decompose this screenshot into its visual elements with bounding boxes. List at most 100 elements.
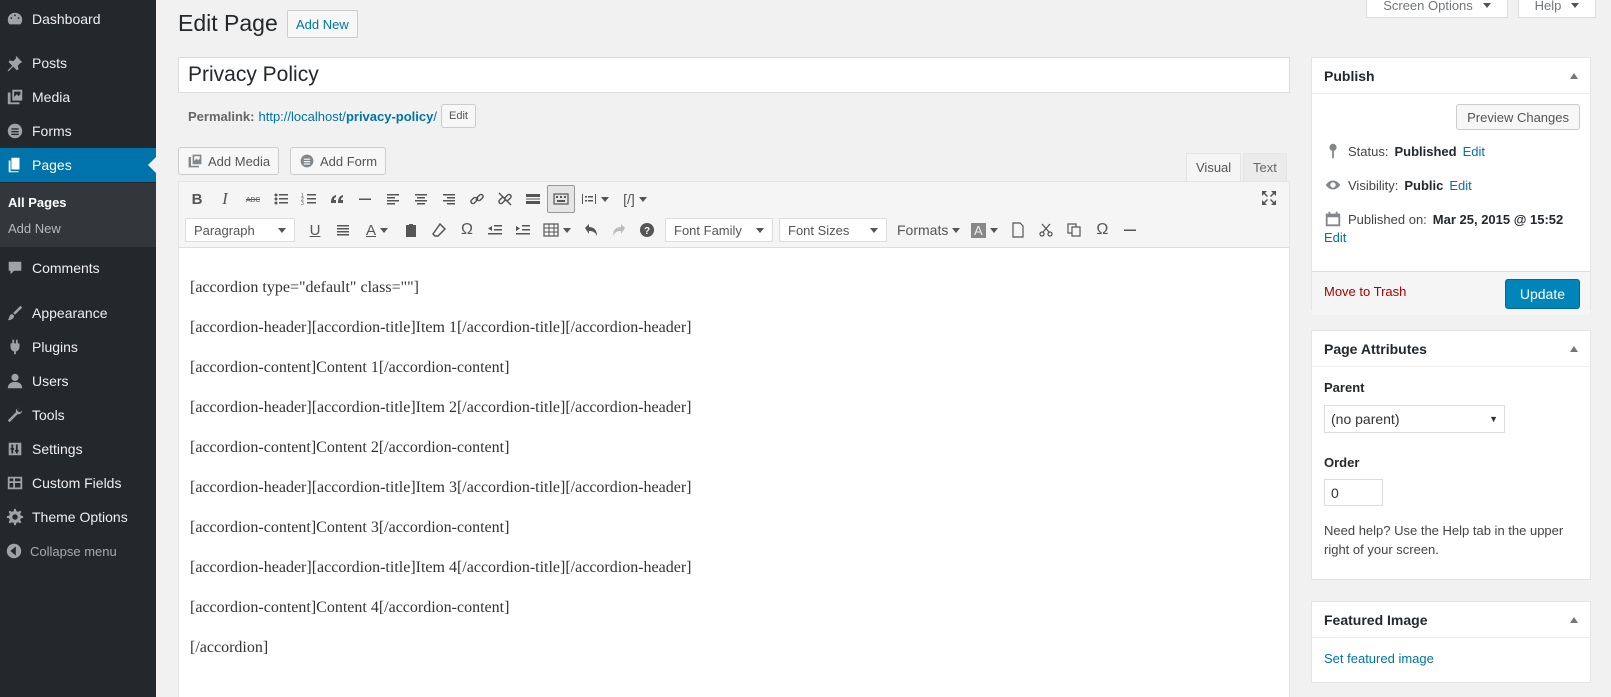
svg-text:?: ? [644, 226, 650, 237]
toolbar-toggle-button[interactable] [547, 185, 575, 213]
indent-button[interactable] [509, 216, 537, 244]
paste-text-button[interactable] [397, 216, 425, 244]
menu-appearance[interactable]: Appearance [0, 296, 156, 330]
move-to-trash-link[interactable]: Move to Trash [1324, 284, 1406, 299]
menu-forms[interactable]: Forms [0, 114, 156, 148]
collapse-menu-button[interactable]: Collapse menu [5, 542, 117, 560]
table-icon [543, 223, 559, 237]
copy-button[interactable] [1060, 216, 1088, 244]
content-paragraph: [accordion-header][accordion-title]Item … [190, 319, 692, 336]
menu-label: Custom Fields [32, 475, 122, 491]
menu-plugins[interactable]: Plugins [0, 330, 156, 364]
menu-theme-options[interactable]: Theme Options [0, 500, 156, 534]
chevron-down-icon [756, 227, 764, 233]
document-icon [1012, 222, 1024, 238]
publish-header[interactable]: Publish [1312, 58, 1590, 94]
add-new-button[interactable]: Add New [287, 10, 358, 38]
font-sizes-select[interactable]: Font Sizes [779, 218, 887, 242]
preview-changes-button[interactable]: Preview Changes [1456, 104, 1580, 130]
media-icon [188, 154, 202, 168]
collapse-arrow-icon[interactable] [1570, 72, 1578, 79]
submenu-all-pages[interactable]: All Pages [8, 195, 67, 210]
chevron-down-icon [278, 227, 286, 233]
parent-select[interactable]: (no parent) ▼ [1324, 405, 1505, 433]
order-input[interactable] [1324, 479, 1383, 506]
insert-link-button[interactable] [463, 185, 491, 213]
redo-button[interactable] [605, 216, 633, 244]
visibility-edit-link[interactable]: Edit [1449, 178, 1471, 193]
eye-icon [1325, 180, 1341, 190]
special-character-button[interactable]: Ω [453, 216, 481, 244]
table-icon [5, 473, 25, 493]
status-label: Status: [1348, 143, 1389, 159]
special-character-button-2[interactable]: Ω [1088, 216, 1116, 244]
fullscreen-button[interactable] [1255, 184, 1283, 212]
list-shortcode-button[interactable] [575, 185, 615, 213]
content-paragraph: [accordion-content]Content 4[/accordion-… [190, 599, 510, 616]
bulleted-list-button[interactable] [267, 185, 295, 213]
underline-button[interactable]: U [301, 216, 329, 244]
italic-button[interactable]: I [211, 185, 239, 213]
background-color-button[interactable]: A [964, 216, 1004, 244]
menu-comments[interactable]: Comments [0, 251, 156, 285]
menu-settings[interactable]: Settings [0, 432, 156, 466]
menu-label: Dashboard [32, 11, 101, 27]
collapse-arrow-icon[interactable] [1570, 616, 1578, 623]
publish-title: Publish [1324, 67, 1375, 84]
numbered-list-button[interactable]: 123 [295, 185, 323, 213]
table-button[interactable] [537, 216, 577, 244]
align-right-button[interactable] [435, 185, 463, 213]
update-button[interactable]: Update [1504, 279, 1580, 309]
add-form-button[interactable]: Add Form [290, 147, 387, 175]
tab-text[interactable]: Text [1243, 153, 1287, 181]
strikethrough-button[interactable]: ABC [239, 185, 267, 213]
permalink-link[interactable]: http://localhost/privacy-policy/ [258, 109, 437, 124]
format-select[interactable]: Paragraph [185, 218, 295, 242]
permalink-edit-button[interactable]: Edit [441, 104, 476, 128]
remove-link-button[interactable] [491, 185, 519, 213]
menu-pages[interactable]: Pages [0, 148, 156, 182]
font-family-select[interactable]: Font Family [665, 218, 773, 242]
featured-image-header[interactable]: Featured Image [1312, 602, 1590, 638]
horizontal-line-button-2[interactable] [1116, 216, 1144, 244]
editor-content[interactable]: [accordion type="default" class=""] [acc… [190, 277, 1279, 677]
post-title-input[interactable] [178, 57, 1290, 93]
shortcode-button[interactable]: [/] [615, 185, 655, 213]
published-edit-link[interactable]: Edit [1324, 230, 1346, 245]
menu-dashboard[interactable]: Dashboard [0, 2, 156, 36]
bold-button[interactable]: B [183, 185, 211, 213]
clear-formatting-button[interactable] [425, 216, 453, 244]
collapse-arrow-icon[interactable] [1570, 345, 1578, 352]
help-button[interactable]: Help [1518, 0, 1596, 18]
align-center-button[interactable] [407, 185, 435, 213]
menu-media[interactable]: Media [0, 80, 156, 114]
set-featured-image-link[interactable]: Set featured image [1324, 651, 1434, 666]
menu-custom-fields[interactable]: Custom Fields [0, 466, 156, 500]
add-media-button[interactable]: Add Media [178, 147, 280, 175]
text-color-button[interactable]: A [357, 216, 397, 244]
menu-posts[interactable]: Posts [0, 46, 156, 80]
parent-label: Parent [1324, 380, 1365, 395]
collapse-icon [6, 543, 22, 559]
cut-button[interactable] [1032, 216, 1060, 244]
read-more-button[interactable] [519, 185, 547, 213]
undo-button[interactable] [577, 216, 605, 244]
blockquote-button[interactable] [323, 185, 351, 213]
keyboard-shortcuts-button[interactable]: ? [633, 216, 661, 244]
admin-sidebar: Dashboard Posts Media Forms Pages All Pa… [0, 0, 156, 697]
new-document-button[interactable] [1004, 216, 1032, 244]
submenu-add-new[interactable]: Add New [8, 221, 61, 236]
formats-menu[interactable]: Formats [893, 216, 964, 244]
menu-tools[interactable]: Tools [0, 398, 156, 432]
menu-users[interactable]: Users [0, 364, 156, 398]
align-left-button[interactable] [379, 185, 407, 213]
permalink-label: Permalink: [188, 108, 255, 124]
visibility-label: Visibility: [1348, 177, 1399, 193]
screen-options-button[interactable]: Screen Options [1366, 0, 1508, 18]
page-attributes-header[interactable]: Page Attributes [1312, 331, 1590, 367]
status-edit-link[interactable]: Edit [1463, 144, 1485, 159]
justify-button[interactable] [329, 216, 357, 244]
outdent-button[interactable] [481, 216, 509, 244]
tab-visual[interactable]: Visual [1186, 153, 1242, 181]
horizontal-line-button[interactable] [351, 185, 379, 213]
